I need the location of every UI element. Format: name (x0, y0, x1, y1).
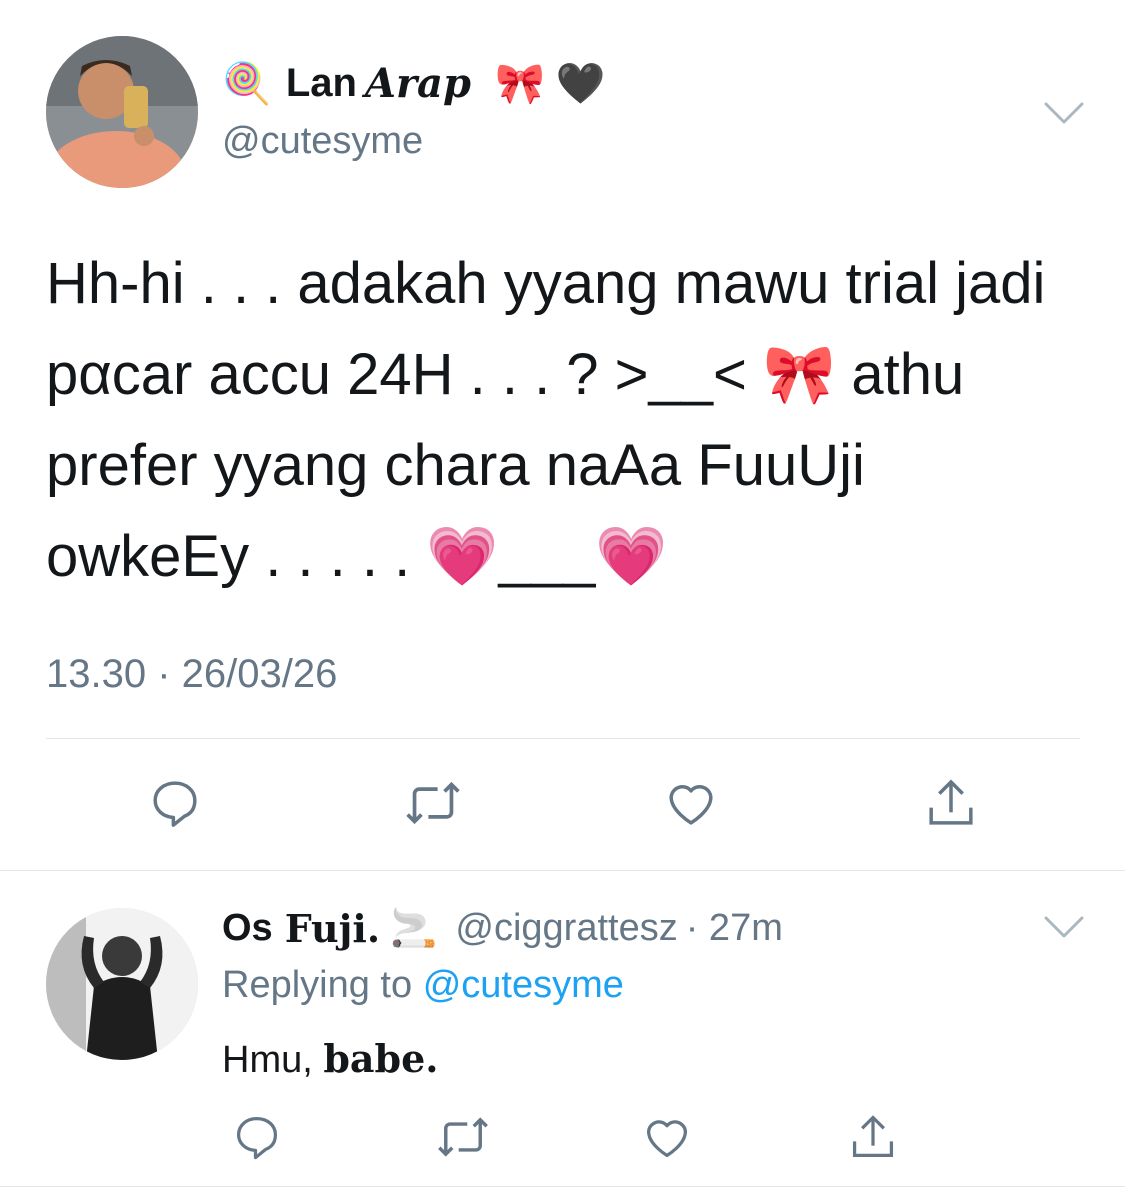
divider (0, 870, 1125, 871)
reply-time: · 27m (685, 907, 783, 949)
bow-heart-icon: 🎀 🖤 (494, 62, 606, 106)
author-handle[interactable]: @cutesyme (222, 120, 423, 163)
tweet-timestamp[interactable]: 13.30 · 26/03/26 (46, 652, 337, 697)
reply-display-name-blackletter: Fuji. (284, 906, 381, 951)
cigarette-icon: 🚬 (390, 907, 438, 950)
reply-text: Hmu, babe. (222, 1036, 439, 1082)
chevron-down-icon[interactable] (1042, 98, 1086, 128)
divider (0, 1186, 1125, 1187)
tweet-text-line: Hh-hi . . . adakah yyang mawu trial jadi (46, 251, 1046, 316)
display-name-script: Arap (364, 60, 471, 107)
reply-handle: @ciggrattesz (455, 907, 678, 949)
chevron-down-icon[interactable] (1042, 912, 1086, 942)
display-name-first: Lan (285, 61, 357, 105)
reply-text-blackletter: babe. (323, 1036, 439, 1081)
reply-display-name-first: Os (222, 907, 273, 949)
reply-author-line[interactable]: Os Fuji. 🚬 @ciggrattesz · 27m (222, 906, 783, 951)
reply-icon[interactable] (140, 768, 210, 838)
divider (46, 738, 1080, 739)
reply-icon[interactable] (222, 1102, 292, 1172)
reply-text-plain: Hmu, (222, 1039, 313, 1081)
tweet-text-line: pαcar accu 24H . . . ? >__< 🎀 athu (46, 342, 965, 407)
lollipop-icon: 🍭 (222, 62, 272, 106)
tweet-text-line: owkeEy . . . . . 💗___💗 (46, 524, 668, 589)
retweet-icon[interactable] (428, 1102, 498, 1172)
reply-author-avatar[interactable] (46, 908, 198, 1060)
tweet-text: Hh-hi . . . adakah yyang mawu trial jadi… (46, 238, 1086, 602)
heart-icon[interactable] (656, 768, 726, 838)
share-icon[interactable] (916, 768, 986, 838)
author-display-name[interactable]: 🍭 Lan Arap 🎀 🖤 (222, 60, 606, 107)
retweet-icon[interactable] (398, 768, 468, 838)
replying-to: Replying to @cutesyme (222, 964, 624, 1007)
replying-to-handle-link[interactable]: @cutesyme (423, 964, 624, 1006)
replying-to-label: Replying to (222, 964, 413, 1006)
tweet-text-line: prefer yyang chara naAa FuuUji (46, 433, 865, 498)
heart-icon[interactable] (632, 1102, 702, 1172)
share-icon[interactable] (838, 1102, 908, 1172)
author-avatar[interactable] (46, 36, 198, 188)
